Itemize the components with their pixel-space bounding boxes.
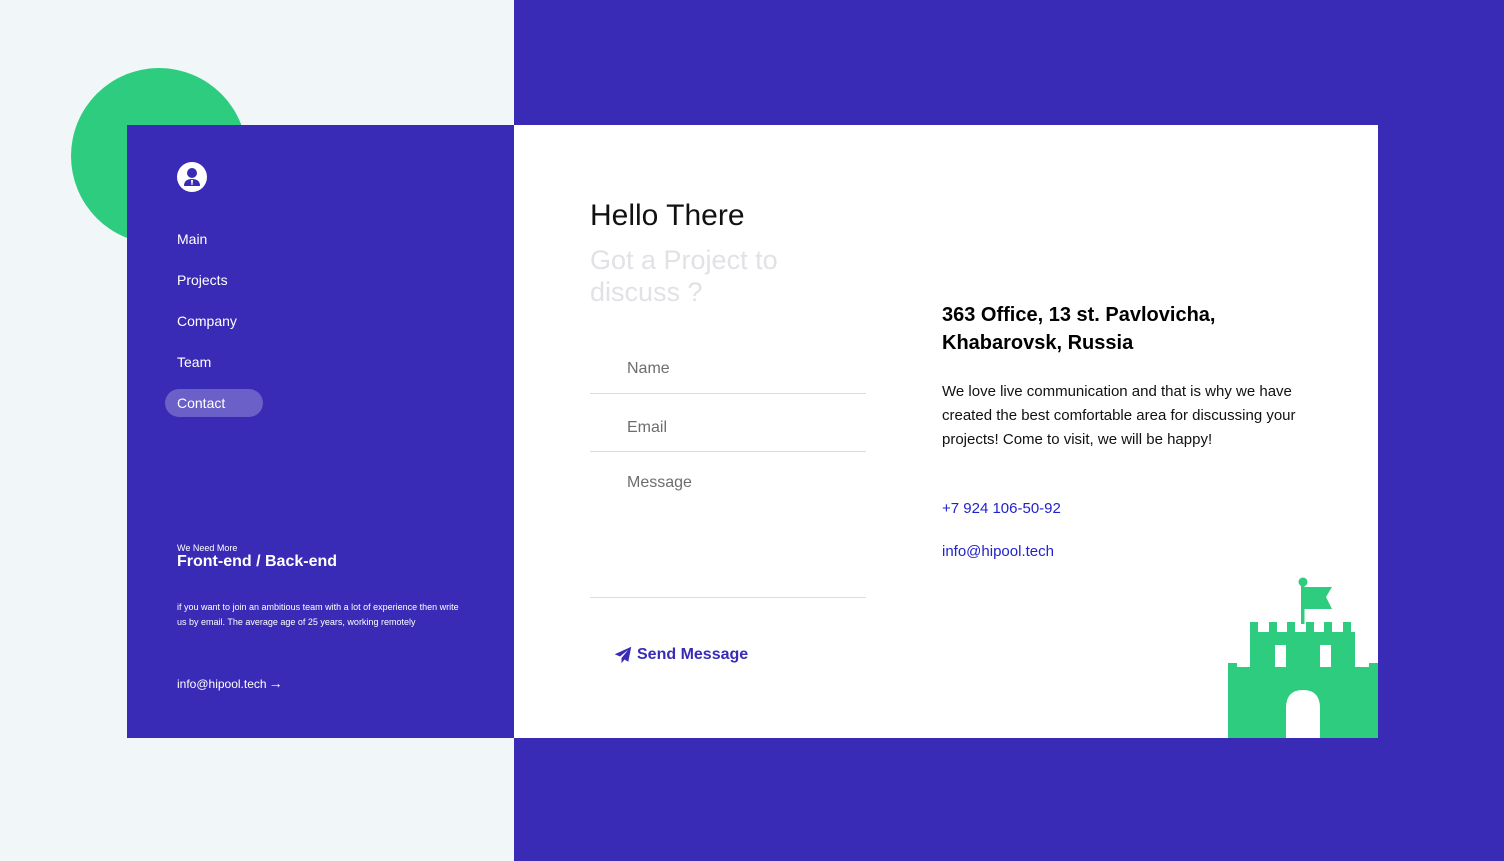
email-link[interactable]: info@hipool.tech bbox=[942, 543, 1054, 560]
send-message-label: Send Message bbox=[637, 646, 749, 663]
nav-item-team[interactable]: Team bbox=[165, 348, 263, 376]
hiring-email-link[interactable]: info@hipool.tech → bbox=[177, 675, 283, 691]
user-avatar-icon[interactable] bbox=[177, 162, 207, 192]
hiring-title: Front-end / Back-end bbox=[177, 553, 338, 570]
email-input[interactable] bbox=[590, 412, 866, 444]
castle-illustration bbox=[1228, 577, 1378, 738]
name-field-wrapper bbox=[590, 353, 866, 394]
hiring-email-label: info@hipool.tech bbox=[177, 677, 267, 691]
office-address: 363 Office, 13 st. Pavlovicha, Khabarovs… bbox=[942, 304, 1216, 354]
message-textarea[interactable] bbox=[590, 474, 866, 574]
message-field-wrapper bbox=[590, 474, 866, 598]
contact-panel: Hello There Got a Project to discuss ? S… bbox=[514, 125, 1378, 738]
sidebar: Main Projects Company Team Contact We Ne… bbox=[127, 125, 514, 738]
hiring-text: if you want to join an ambitious team wi… bbox=[177, 602, 459, 627]
name-input[interactable] bbox=[590, 353, 866, 385]
page-title: Hello There bbox=[590, 199, 745, 232]
about-text: We love live communication and that is w… bbox=[942, 383, 1296, 448]
send-message-button[interactable]: Send Message bbox=[614, 646, 748, 664]
nav-item-main[interactable]: Main bbox=[165, 225, 263, 253]
nav-item-contact[interactable]: Contact bbox=[165, 389, 263, 417]
paper-plane-icon bbox=[614, 646, 632, 664]
page-subtitle: Got a Project to discuss ? bbox=[590, 245, 778, 307]
phone-link[interactable]: +7 924 106-50-92 bbox=[942, 500, 1061, 517]
main-nav: Main Projects Company Team Contact bbox=[165, 225, 263, 430]
nav-item-company[interactable]: Company bbox=[165, 307, 263, 335]
nav-item-projects[interactable]: Projects bbox=[165, 266, 263, 294]
arrow-right-icon: → bbox=[268, 675, 283, 691]
hiring-kicker: We Need More bbox=[177, 543, 238, 553]
email-field-wrapper bbox=[590, 412, 866, 452]
